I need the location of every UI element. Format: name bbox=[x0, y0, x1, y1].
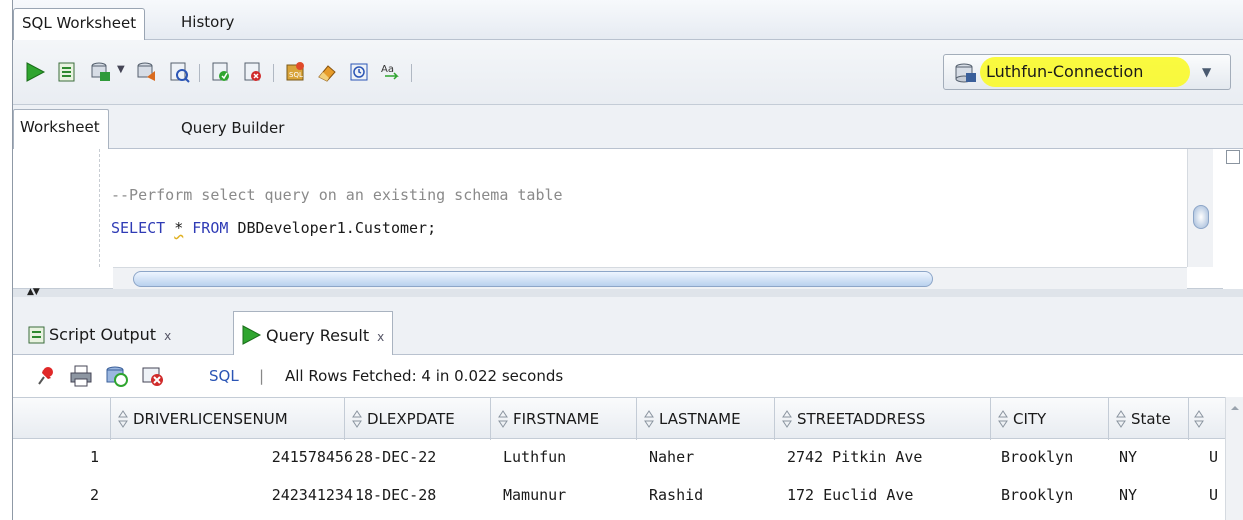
database-connection-icon bbox=[954, 61, 978, 85]
document-tab-strip: SQL Worksheet History bbox=[13, 0, 1243, 40]
column-header-partial[interactable] bbox=[1189, 398, 1225, 440]
toolbar-separator: | bbox=[259, 367, 265, 385]
rollback-icon[interactable] bbox=[135, 60, 159, 84]
grid-cell[interactable]: NY bbox=[1119, 439, 1189, 477]
close-icon[interactable]: x bbox=[377, 330, 384, 344]
splitter-arrows-icon[interactable]: ▲▼ bbox=[27, 287, 40, 297]
worksheet-toolbar: ▼ SQL Aa Luthfun-Connection ▼ bbox=[13, 40, 1243, 105]
fetch-status: All Rows Fetched: 4 in 0.022 seconds bbox=[285, 367, 564, 385]
grid-cell[interactable]: 241578456 bbox=[111, 439, 353, 477]
row-number: 1 bbox=[89, 448, 99, 466]
grid-cell[interactable]: U bbox=[1209, 439, 1223, 477]
column-header[interactable]: CITY bbox=[991, 398, 1109, 440]
grid-cell[interactable]: 172 Euclid Ave bbox=[787, 477, 1005, 515]
column-header[interactable]: State bbox=[1109, 398, 1189, 440]
chevron-down-icon[interactable]: ▼ bbox=[117, 64, 125, 75]
grid-header: DRIVERLICENSENUM DLEXPDATE FIRSTNAME LAS… bbox=[13, 397, 1243, 440]
keyword-from: FROM bbox=[192, 219, 229, 237]
editor-horizontal-scrollbar[interactable] bbox=[113, 267, 1187, 289]
grid-cell[interactable]: 242341234 bbox=[111, 477, 353, 515]
sort-icon bbox=[352, 410, 362, 428]
commit-icon[interactable] bbox=[89, 60, 113, 84]
sql-editor[interactable]: --Perform select query on an existing sc… bbox=[13, 149, 1223, 289]
query-result-icon bbox=[242, 325, 262, 345]
table-name: DBDeveloper1.Customer; bbox=[237, 219, 437, 237]
connection-selector[interactable]: Luthfun-Connection ▼ bbox=[943, 54, 1231, 90]
tab-history[interactable]: History bbox=[173, 8, 242, 40]
column-header[interactable]: DRIVERLICENSENUM bbox=[111, 398, 345, 440]
sort-icon bbox=[1194, 410, 1204, 428]
sort-icon bbox=[998, 410, 1008, 428]
autotrace-icon[interactable] bbox=[167, 60, 191, 84]
grid-cell[interactable]: Brooklyn bbox=[1001, 439, 1119, 477]
editor-tab-strip: Worksheet Query Builder bbox=[13, 105, 1243, 149]
table-row[interactable]: 2 242341234 18-DEC-28 Mamunur Rashid 172… bbox=[13, 477, 1243, 515]
row-number-header bbox=[13, 398, 111, 440]
svg-text:SQL: SQL bbox=[289, 71, 303, 79]
script-output-icon bbox=[28, 326, 45, 344]
column-header[interactable]: FIRSTNAME bbox=[491, 398, 637, 440]
grid-cell[interactable]: 28-DEC-22 bbox=[355, 439, 501, 477]
refresh-icon[interactable] bbox=[105, 364, 129, 388]
print-icon[interactable] bbox=[69, 364, 93, 388]
sql-developer-window: SQL Worksheet History ▼ SQL Aa Luthfun-C… bbox=[12, 0, 1243, 520]
history-icon[interactable] bbox=[347, 60, 371, 84]
sql-comment: --Perform select query on an existing sc… bbox=[111, 186, 563, 204]
sort-icon bbox=[498, 410, 508, 428]
clear-icon[interactable] bbox=[241, 60, 265, 84]
grid-cell[interactable]: 2742 Pitkin Ave bbox=[787, 439, 1005, 477]
explain-plan-icon[interactable] bbox=[209, 60, 233, 84]
keyword-select: SELECT bbox=[111, 219, 166, 237]
chevron-down-icon[interactable]: ▼ bbox=[1202, 65, 1211, 79]
column-header[interactable]: LASTNAME bbox=[637, 398, 775, 440]
grid-cell[interactable]: 18-DEC-28 bbox=[355, 477, 501, 515]
format-icon[interactable]: Aa bbox=[379, 60, 403, 84]
line-gutter bbox=[13, 149, 99, 267]
grid-cell[interactable]: NY bbox=[1119, 477, 1189, 515]
editor-corner-box bbox=[1226, 150, 1240, 164]
tab-sql-worksheet[interactable]: SQL Worksheet bbox=[13, 8, 146, 40]
table-row[interactable]: 1 241578456 28-DEC-22 Luthfun Naher 2742… bbox=[13, 439, 1243, 477]
sort-icon bbox=[1116, 410, 1126, 428]
sort-icon bbox=[644, 410, 654, 428]
output-tab-strip: Script Output x Query Result x bbox=[13, 297, 1243, 355]
editor-horizontal-scroll-thumb[interactable] bbox=[133, 271, 933, 287]
close-icon[interactable]: x bbox=[164, 329, 171, 343]
sort-icon bbox=[782, 410, 792, 428]
editor-vertical-scroll-thumb[interactable] bbox=[1193, 205, 1209, 229]
run-script-icon[interactable] bbox=[55, 60, 79, 84]
grid-cell[interactable]: Luthfun bbox=[503, 439, 643, 477]
grid-vertical-scrollbar[interactable] bbox=[1225, 397, 1243, 520]
query-result-grid: DRIVERLICENSENUM DLEXPDATE FIRSTNAME LAS… bbox=[13, 397, 1243, 520]
tab-worksheet[interactable]: Worksheet bbox=[13, 109, 109, 149]
grid-cell[interactable]: Naher bbox=[649, 439, 779, 477]
tab-script-output[interactable]: Script Output x bbox=[21, 311, 179, 355]
connection-name: Luthfun-Connection bbox=[986, 62, 1144, 81]
tab-query-builder[interactable]: Query Builder bbox=[181, 119, 284, 137]
chevron-up-icon[interactable] bbox=[1226, 401, 1243, 415]
grid-cell[interactable]: U bbox=[1209, 477, 1223, 515]
run-statement-icon[interactable] bbox=[23, 60, 47, 84]
result-toolbar: SQL | All Rows Fetched: 4 in 0.022 secon… bbox=[13, 355, 1243, 397]
sort-icon bbox=[118, 410, 128, 428]
eraser-icon[interactable] bbox=[315, 60, 339, 84]
column-header[interactable]: STREETADDRESS bbox=[775, 398, 991, 440]
cancel-fetch-icon[interactable] bbox=[141, 364, 165, 388]
grid-cell[interactable]: Brooklyn bbox=[1001, 477, 1119, 515]
grid-cell[interactable]: Rashid bbox=[649, 477, 779, 515]
sql-link[interactable]: SQL bbox=[209, 367, 239, 385]
panel-splitter[interactable] bbox=[13, 289, 1243, 297]
svg-text:Aa: Aa bbox=[381, 64, 394, 75]
pin-icon[interactable] bbox=[33, 364, 57, 388]
column-header[interactable]: DLEXPDATE bbox=[345, 398, 491, 440]
sql-statement: SELECT * FROM DBDeveloper1.Customer; bbox=[111, 219, 436, 237]
tab-label: Query Result bbox=[266, 326, 370, 345]
grid-cell[interactable]: Mamunur bbox=[503, 477, 643, 515]
select-star: * bbox=[174, 219, 184, 237]
sql-tuning-icon[interactable]: SQL bbox=[283, 60, 307, 84]
tab-query-result[interactable]: Query Result x bbox=[233, 311, 394, 355]
tab-label: Script Output bbox=[49, 325, 157, 344]
row-number: 2 bbox=[89, 486, 99, 504]
